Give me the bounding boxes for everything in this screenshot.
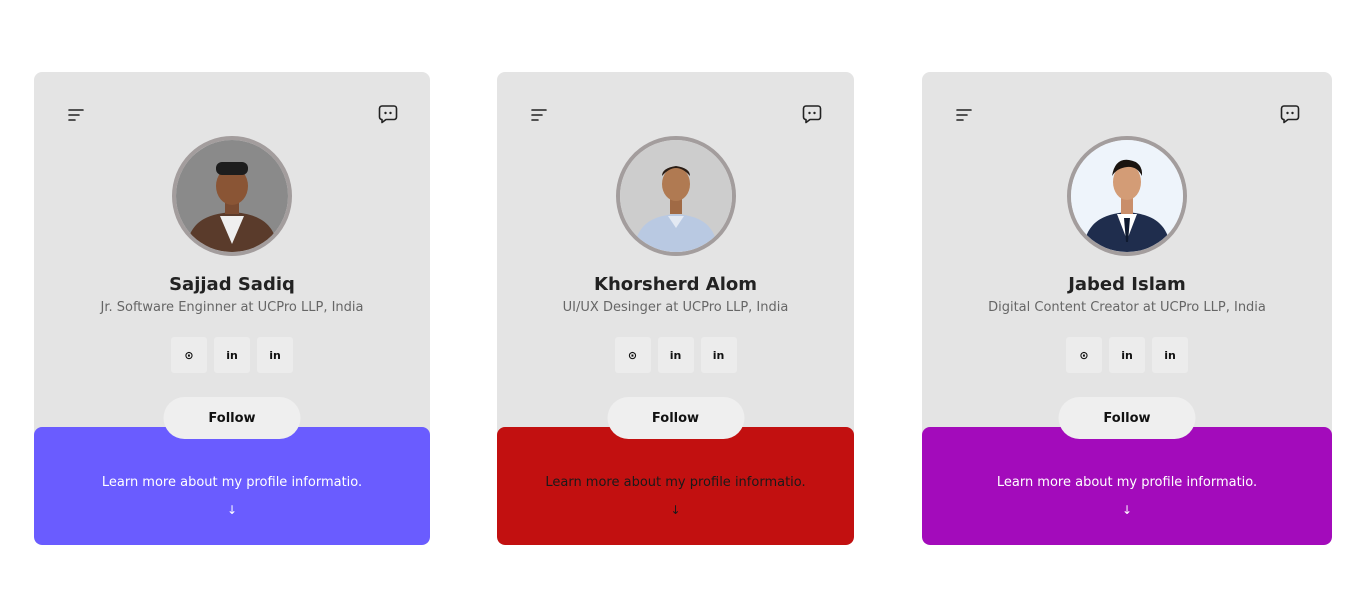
card-footer: Learn more about my profile informatio. … — [497, 427, 854, 545]
profile-name: Khorsherd Alom — [594, 274, 757, 295]
avatar — [1067, 136, 1187, 256]
linkedin-icon[interactable]: in — [257, 337, 293, 373]
profile-card: Khorsherd Alom UI/UX Desinger at UCPro L… — [497, 72, 854, 545]
menu-icon[interactable] — [68, 108, 84, 122]
menu-icon[interactable] — [531, 108, 547, 122]
social-links: ⊙ in in — [922, 337, 1332, 373]
card-footer: Learn more about my profile informatio. … — [34, 427, 430, 545]
arrow-down-icon[interactable]: ↓ — [1122, 503, 1132, 517]
footer-text: Learn more about my profile informatio. — [101, 475, 363, 490]
linkedin-icon[interactable]: in — [214, 337, 250, 373]
avatar — [615, 136, 736, 256]
linkedin-icon[interactable]: in — [1109, 337, 1145, 373]
linkedin-icon[interactable]: in — [657, 337, 694, 373]
profile-role: UI/UX Desinger at UCPro LLP, India — [562, 300, 789, 315]
profile-role: Digital Content Creator at UCPro LLP, In… — [988, 300, 1266, 315]
footer-text: Learn more about my profile informatio. — [996, 475, 1258, 490]
avatar — [172, 136, 292, 256]
github-icon[interactable]: ⊙ — [614, 337, 651, 373]
follow-button[interactable]: Follow — [607, 397, 744, 439]
linkedin-icon[interactable]: in — [1152, 337, 1188, 373]
card-footer: Learn more about my profile informatio. … — [922, 427, 1332, 545]
chat-icon[interactable] — [378, 104, 398, 124]
social-links: ⊙ in in — [497, 337, 854, 373]
follow-button[interactable]: Follow — [163, 397, 301, 439]
chat-icon[interactable] — [802, 104, 822, 124]
arrow-down-icon[interactable]: ↓ — [670, 503, 680, 517]
profile-name: Jabed Islam — [1068, 274, 1186, 295]
profile-card: Sajjad Sadiq Jr. Software Enginner at UC… — [34, 72, 430, 545]
follow-button[interactable]: Follow — [1058, 397, 1196, 439]
linkedin-icon[interactable]: in — [700, 337, 737, 373]
menu-icon[interactable] — [956, 108, 972, 122]
profile-name: Sajjad Sadiq — [169, 274, 295, 295]
chat-icon[interactable] — [1280, 104, 1300, 124]
github-icon[interactable]: ⊙ — [1066, 337, 1102, 373]
social-links: ⊙ in in — [34, 337, 430, 373]
github-icon[interactable]: ⊙ — [171, 337, 207, 373]
arrow-down-icon[interactable]: ↓ — [227, 503, 237, 517]
profile-role: Jr. Software Enginner at UCPro LLP, Indi… — [100, 300, 364, 315]
footer-text: Learn more about my profile informatio. — [545, 475, 806, 490]
profile-card: Jabed Islam Digital Content Creator at U… — [922, 72, 1332, 545]
